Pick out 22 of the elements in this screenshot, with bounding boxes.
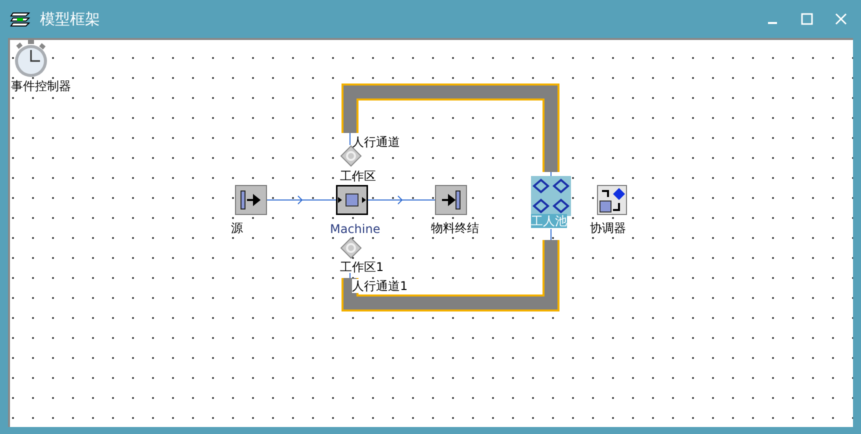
app-icon — [10, 11, 30, 27]
diamond-icon — [340, 237, 362, 259]
node-label: 人行通道1 — [352, 279, 408, 293]
source-icon — [235, 185, 267, 215]
node-label: 工作区 — [340, 169, 376, 183]
node-label: 人行通道 — [352, 135, 400, 149]
node-label: 事件控制器 — [11, 79, 71, 93]
worker-pool-icon — [531, 176, 571, 216]
node-label: 物料终结 — [431, 221, 479, 235]
node-label: 源 — [231, 221, 243, 235]
coordinator-icon — [597, 185, 627, 215]
node-label: 工作区1 — [340, 260, 384, 274]
maximize-icon[interactable] — [801, 13, 813, 25]
node-label: Machine — [330, 222, 380, 236]
node-label: 工人池 — [531, 214, 567, 228]
close-icon[interactable] — [835, 13, 847, 25]
connector-line — [550, 172, 552, 176]
sink-icon — [435, 185, 467, 215]
machine-icon — [336, 185, 368, 215]
connector-line — [550, 228, 552, 240]
node-label: 协调器 — [590, 221, 626, 235]
window-title: 模型框架 — [40, 8, 100, 30]
